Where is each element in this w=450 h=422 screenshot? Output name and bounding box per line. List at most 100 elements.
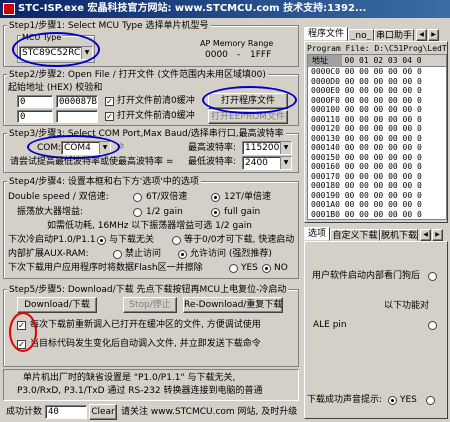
step4-title: Step4/步骤4: 设置本框和右下方'选项'中的选项 [7, 177, 201, 188]
tab-scroll-left-icon[interactable]: ◀ [420, 229, 431, 241]
chevron-down-icon[interactable]: ▼ [280, 142, 291, 154]
title-bar: STC-ISP.exe 宏晶科技官方网站: www.STCMCU.com 技术支… [0, 0, 450, 18]
clear-buffer-label-1: 打开文件前清0缓冲 [117, 96, 195, 106]
range-end: 1FFF [250, 50, 272, 60]
min-baud-value: 2400 [245, 158, 268, 168]
radio-p1-ignore-label: 与下载无关 [109, 235, 155, 245]
auto-reload-label: 当目标代码发生变化后自动调入文件, 并立即发送下载命令 [30, 339, 261, 349]
ale-pin-label: ALE pin [313, 320, 347, 330]
baud-note: 请尝试提高最低波特率或使最高波特率 = [10, 157, 174, 167]
tab-offline-download[interactable]: 脱机下载 [380, 229, 418, 241]
tab-no[interactable]: _no_ [348, 29, 374, 41]
radio-p1-ignore[interactable] [97, 236, 106, 245]
sound-label: 下载成功声音提示: [307, 395, 383, 405]
radio-full-gain[interactable] [211, 208, 220, 217]
watchdog-option-label: 用户软件启动内部看门狗后 [312, 271, 421, 281]
tab-scroll-right-icon[interactable]: ▶ [428, 29, 439, 41]
hex-grid[interactable]: 地址 00 01 02 03 04 0 0000C0 00 00 00 00 0… [307, 54, 447, 220]
hex-addr-header: 地址 [308, 55, 342, 67]
radio-aux-deny[interactable] [113, 250, 122, 259]
radio-sound-yes[interactable] [388, 396, 397, 405]
note-line-1: 单片机出厂时的缺省设置是 "P1.0/P1.1" 与下载无关, [23, 373, 236, 383]
tab-program-file[interactable]: 程序文件 [304, 27, 348, 41]
hex-row: 0000C0 00 00 00 00 00 0 [311, 67, 422, 76]
max-baud-select[interactable]: 115200 ▼ [242, 141, 292, 155]
min-baud-label: 最低波特率: [188, 157, 237, 167]
note-line-2: P3.0/RxD, P3.1/TxD 通过 RS-232 转换器连接到电脑的普通 [17, 386, 263, 396]
following-functions-label: 以下功能对 [384, 301, 430, 311]
start-addr-input-1[interactable]: 0 [17, 95, 53, 108]
clear-button[interactable]: Clear [89, 404, 117, 420]
radio-sound-yes-label: YES [400, 395, 417, 405]
amp-note: 如需低功耗, 16MHz 以下振荡器增益可选 1/2 gain [47, 221, 252, 231]
hex-header: 地址 00 01 02 03 04 0 [308, 55, 446, 67]
radio-flash-no[interactable] [262, 264, 271, 273]
radio-sound-no[interactable] [426, 396, 435, 405]
range-start: 0000 [205, 50, 228, 60]
clear-buffer-checkbox-1[interactable]: ✓ [105, 97, 114, 106]
checksum-input-2[interactable] [56, 110, 98, 123]
clear-buffer-label-2: 打开文件前清0缓冲 [117, 111, 195, 121]
radio-aux-allow[interactable] [178, 250, 187, 259]
min-baud-select[interactable]: 2400 ▼ [242, 156, 292, 170]
app-icon [3, 3, 15, 15]
hex-row: 000170 00 00 00 00 00 0 [311, 171, 422, 181]
hex-row: 0000F0 00 00 00 00 00 0 [311, 95, 422, 105]
clear-buffer-checkbox-2[interactable]: ✓ [105, 112, 114, 121]
amp-gain-label: 振荡放大器增益: [17, 207, 84, 217]
radio-half-gain[interactable] [133, 208, 142, 217]
hex-row: 000140 00 00 00 00 00 0 [311, 143, 422, 152]
radio-aux-deny-label: 禁止访问 [125, 249, 162, 259]
hex-row: 0000E0 00 00 00 00 00 0 [311, 86, 422, 95]
p1-label: 下次冷启动P1.0/P1.1 [8, 235, 96, 245]
radio-half-gain-label: 1/2 gain [146, 207, 183, 217]
hex-row: 000180 00 00 00 00 00 0 [311, 181, 422, 190]
redownload-button[interactable]: Re-Download/重复下载 [183, 297, 283, 313]
hex-col-header: 00 01 02 03 04 0 [344, 56, 422, 65]
radio-6t[interactable] [133, 193, 142, 202]
max-baud-label: 最高波特率: [188, 143, 237, 153]
tab-scroll-left-icon[interactable]: ◀ [416, 29, 427, 41]
start-addr-label: 起始地址 (HEX) 校验和 [8, 83, 103, 93]
aux-ram-label: 内部扩展AUX-RAM: [8, 249, 89, 259]
success-count-label: 成功计数 [6, 407, 43, 417]
step5-title: Step5/步骤5: Download/下载 先点下载按钮再MCU上电复位-冷启… [7, 285, 289, 296]
step1-title: Step1/步骤1: Select MCU Type 选择单片机型号 [7, 21, 211, 32]
tab-scroll-right-icon[interactable]: ▶ [432, 229, 443, 241]
radio-full-gain-label: full gain [224, 207, 261, 217]
start-addr-input-2[interactable]: 0 [17, 110, 53, 123]
stop-button[interactable]: Stop/停止 [123, 297, 177, 313]
chevron-down-icon[interactable]: ▼ [280, 157, 291, 169]
step2-title: Step2/步骤2: Open File / 打开文件 (文件范围内未用区域填0… [7, 70, 268, 81]
radio-aux-allow-label: 允许访问 (强烈推荐) [190, 249, 272, 259]
max-baud-value: 115200 [245, 143, 280, 153]
radio-ale-pin[interactable] [428, 321, 437, 330]
radio-flash-yes[interactable] [229, 264, 238, 273]
radio-watchdog[interactable] [428, 272, 437, 281]
hex-row: 0000D0 00 00 00 00 00 0 [311, 76, 422, 86]
hex-row: 0001B0 00 00 00 00 00 0 [311, 209, 422, 219]
window-title: STC-ISP.exe 宏晶科技官方网站: www.STCMCU.com 技术支… [18, 3, 367, 14]
tab-options[interactable]: 选项 [304, 227, 330, 241]
radio-12t-label: 12T/单倍速 [224, 192, 271, 202]
hex-row: 000190 00 00 00 00 00 0 [311, 190, 422, 200]
hex-row: 000110 00 00 00 00 00 0 [311, 114, 422, 124]
checksum-input-1[interactable]: 000087BH [56, 95, 98, 108]
reload-label: 每次下载前重新调入已打开在缓冲区的文件, 方便调试使用 [30, 320, 261, 330]
radio-flash-no-label: NO [274, 263, 288, 273]
highlight-circle [9, 312, 37, 352]
flash-erase-label: 下次下载用户应用程序时将数据Flash区一并擦除 [8, 263, 203, 273]
radio-12t[interactable] [211, 193, 220, 202]
radio-flash-yes-label: YES [241, 263, 258, 273]
highlight-oval [202, 86, 297, 114]
radio-p1-zero[interactable] [172, 236, 181, 245]
highlight-oval [27, 135, 120, 159]
range-sep: - [237, 50, 241, 60]
success-count-field: 40 [45, 405, 87, 419]
download-button[interactable]: Download/下载 [17, 297, 97, 313]
tab-serial-helper[interactable]: 串口助手 [374, 29, 414, 41]
hex-row: 000100 00 00 00 00 00 0 [311, 105, 422, 114]
tab-custom-download[interactable]: 自定义下载 [330, 229, 380, 241]
hex-row: 0001A0 00 00 00 00 00 0 [311, 200, 422, 209]
double-speed-label: Double speed / 双倍速: [8, 192, 109, 202]
